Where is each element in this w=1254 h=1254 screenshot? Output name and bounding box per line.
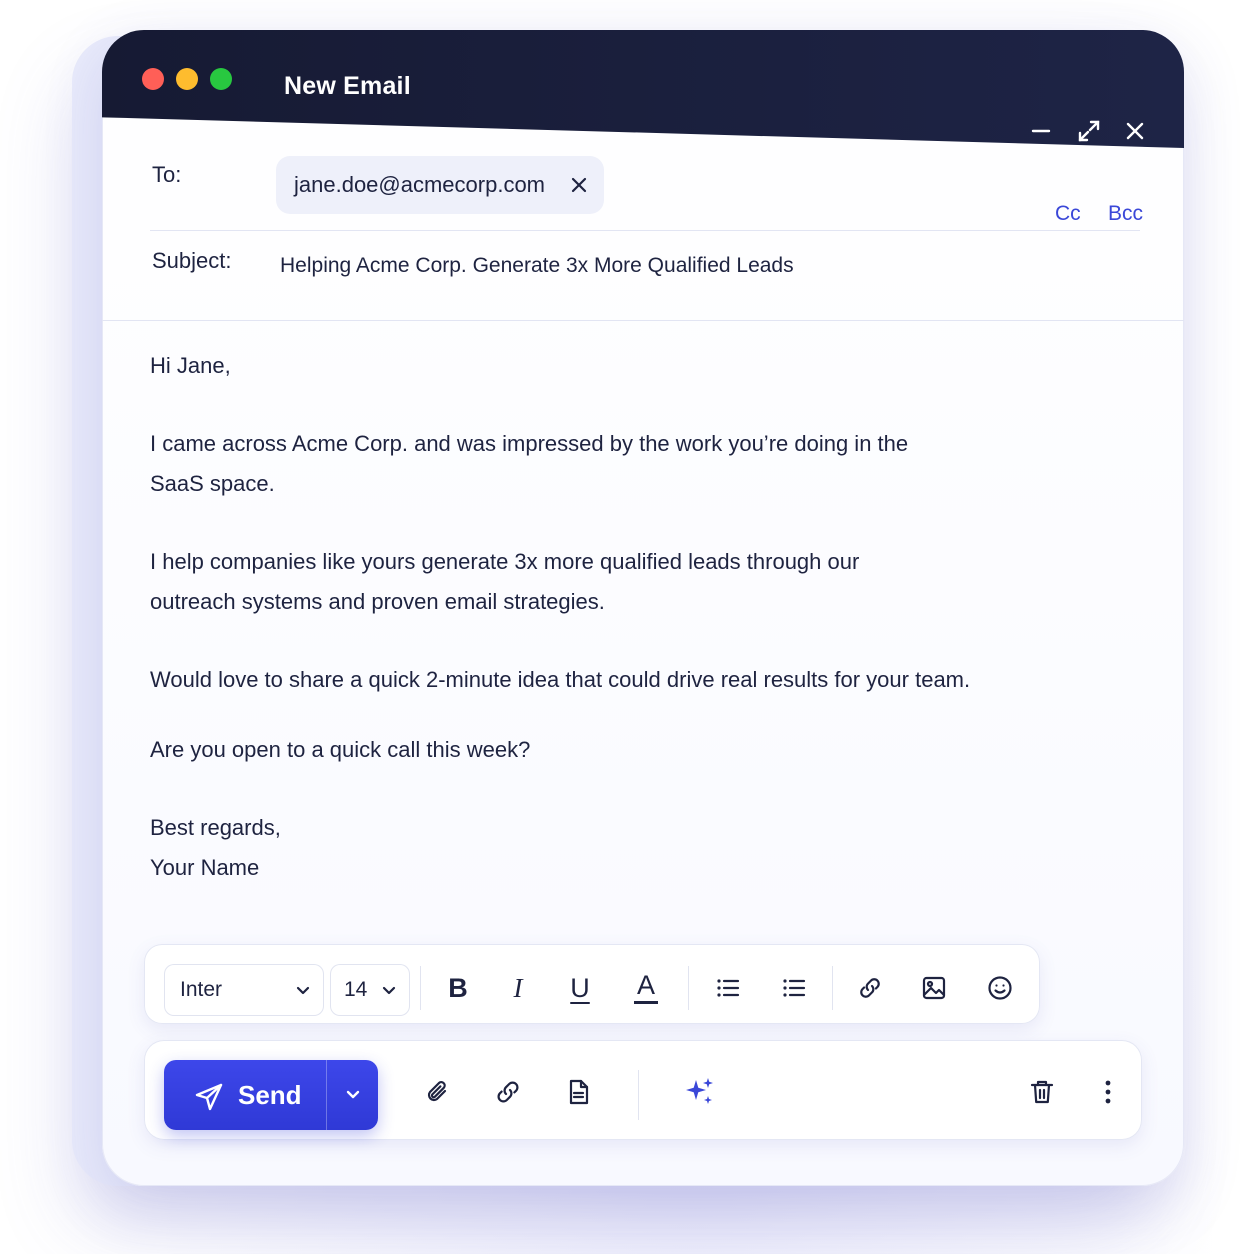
subject-label: Subject: (152, 248, 232, 273)
font-size-value: 14 (344, 978, 368, 1001)
insert-link-icon[interactable] (488, 1070, 528, 1114)
paperclip-icon[interactable] (418, 1070, 458, 1114)
numbered-list-icon[interactable] (774, 966, 814, 1010)
more-vertical-icon[interactable] (1088, 1070, 1128, 1114)
body-paragraph: I help companies like yours generate 3x … (150, 549, 860, 574)
action-bar: Send (144, 1040, 1142, 1140)
compose-window: New Email To: jane.doe@acmecorp.com Cc B… (102, 30, 1184, 1186)
bold-icon: B (448, 972, 468, 1003)
signature: Your Name (150, 855, 260, 880)
stage: New Email To: jane.doe@acmecorp.com Cc B… (0, 0, 1254, 1254)
chevron-down-icon (294, 982, 312, 1000)
send-label: Send (238, 1080, 302, 1110)
minimize-icon[interactable] (1026, 116, 1056, 146)
close-icon[interactable] (1120, 116, 1150, 146)
send-options-button[interactable] (327, 1060, 378, 1130)
body-paragraph: outreach systems and proven email strate… (150, 589, 605, 614)
recipient-chip[interactable]: jane.doe@acmecorp.com (276, 156, 604, 214)
subject-field[interactable]: Helping Acme Corp. Generate 3x More Qual… (280, 254, 794, 278)
send-button-group: Send (164, 1060, 378, 1130)
send-button[interactable]: Send (164, 1060, 326, 1130)
to-label: To: (152, 162, 182, 187)
minimize-dot[interactable] (176, 68, 198, 90)
body-paragraph: SaaS space. (150, 471, 275, 496)
body-paragraph: I came across Acme Corp. and was impress… (150, 431, 909, 456)
link-icon[interactable] (850, 966, 890, 1010)
zoom-dot[interactable] (210, 68, 232, 90)
italic-icon: I (513, 972, 523, 1003)
bullet-list-icon[interactable] (708, 966, 748, 1010)
recipient-email: jane.doe@acmecorp.com (294, 172, 546, 197)
window-title: New Email (284, 72, 411, 100)
sparkles-icon[interactable] (680, 1070, 720, 1114)
emoji-icon[interactable] (980, 966, 1020, 1010)
font-family-select[interactable]: Inter (164, 964, 324, 1016)
chevron-down-icon (380, 982, 398, 1000)
trash-icon[interactable] (1022, 1070, 1062, 1114)
remove-recipient-icon[interactable] (568, 174, 590, 196)
font-size-select[interactable]: 14 (330, 964, 410, 1016)
action-separator (638, 1070, 639, 1120)
divider (102, 320, 1184, 321)
divider (150, 230, 1140, 231)
underline-icon: U (570, 972, 590, 1003)
closing: Best regards, (150, 815, 281, 840)
font-family-value: Inter (180, 978, 223, 1001)
toolbar-separator (420, 966, 421, 1010)
send-icon (194, 1082, 224, 1112)
close-dot[interactable] (142, 68, 164, 90)
chevron-down-icon (346, 1090, 359, 1099)
message-body[interactable]: Hi Jane, I came across Acme Corp. and wa… (150, 346, 1030, 888)
toolbar-separator (688, 966, 689, 1010)
document-icon[interactable] (558, 1070, 598, 1114)
cc-button[interactable]: Cc (1055, 202, 1081, 226)
text-color-icon: A (636, 970, 655, 1000)
formatting-toolbar: Inter 14 B I U A (144, 944, 1040, 1024)
toolbar-separator (832, 966, 833, 1010)
title-bar (102, 30, 1184, 148)
image-icon[interactable] (914, 966, 954, 1010)
text-color-button[interactable]: A (626, 966, 666, 1010)
body-paragraph: Are you open to a quick call this week? (150, 737, 531, 762)
bold-button[interactable]: B (438, 966, 478, 1010)
underline-button[interactable]: U (560, 966, 600, 1010)
bcc-button[interactable]: Bcc (1108, 202, 1143, 226)
expand-icon[interactable] (1074, 116, 1104, 146)
body-paragraph: Would love to share a quick 2-minute ide… (150, 667, 971, 692)
italic-button[interactable]: I (498, 966, 538, 1010)
greeting: Hi Jane, (150, 353, 231, 378)
